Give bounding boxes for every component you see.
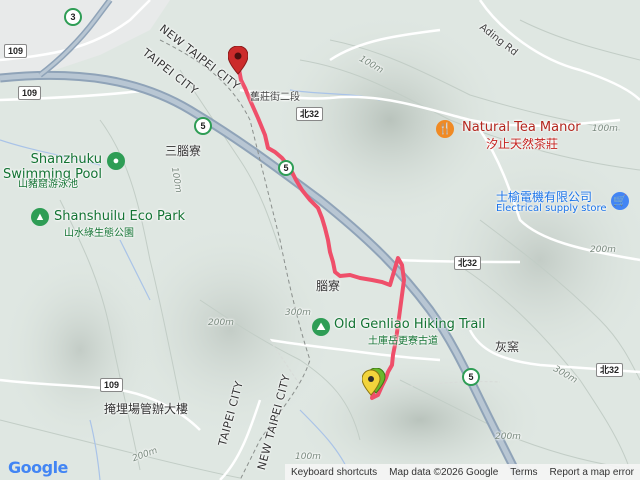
- route-109-shield: 109: [18, 86, 42, 100]
- contour-label: 200m: [495, 432, 521, 442]
- poi-label[interactable]: Old Genliao Hiking Trail: [334, 317, 486, 332]
- park-icon[interactable]: ▲: [31, 208, 49, 226]
- poi-label[interactable]: Natural Tea Manor: [462, 120, 581, 135]
- poi-sublabel: 山水綠生態公園: [64, 228, 134, 239]
- terms-link[interactable]: Terms: [504, 467, 543, 478]
- store-icon[interactable]: 🛒: [611, 192, 629, 210]
- keyboard-shortcuts-link[interactable]: Keyboard shortcuts: [285, 467, 383, 478]
- swimming-pool-icon[interactable]: ●: [107, 152, 125, 170]
- contour-label: 300m: [285, 308, 311, 318]
- poi-sublabel: 山豬窟游泳池: [18, 179, 78, 190]
- map-data-attribution: Map data ©2026 Google: [389, 466, 499, 478]
- route-5-shield: 5: [462, 368, 480, 386]
- road-label: 舊莊街二段: [250, 92, 300, 103]
- place-label: 掩埋場管辦大樓: [104, 402, 189, 416]
- route-109-shield: 109: [100, 378, 124, 392]
- end-pin-icon[interactable]: [228, 46, 248, 76]
- map-canvas[interactable]: 100m 100m 100m 200m 200m 300m 300m 200m …: [0, 0, 640, 480]
- route-3-shield: 3: [64, 8, 82, 26]
- poi-label[interactable]: Shanshuilu Eco Park: [54, 209, 185, 224]
- contour-label: 100m: [592, 124, 618, 134]
- poi-sublabel: 土庫岳更寮古道: [368, 336, 438, 347]
- poi-sublabel: Electrical supply store: [496, 203, 607, 214]
- place-label: 三腦寮: [165, 144, 202, 158]
- poi-sublabel: 汐止天然茶莊: [486, 137, 559, 151]
- start-pin-icon[interactable]: [362, 368, 386, 400]
- hiking-icon[interactable]: ⛰: [312, 318, 330, 336]
- route-5-shield: 5: [278, 160, 294, 176]
- contour-label: 100m: [295, 452, 321, 462]
- track-layer: [236, 62, 406, 400]
- contour-label: 200m: [208, 318, 234, 328]
- north-32-shield: 北32: [454, 256, 482, 270]
- place-label: 腦寮: [316, 279, 341, 293]
- north-32-shield: 北32: [296, 107, 324, 121]
- contour-label: 200m: [590, 245, 616, 255]
- restaurant-icon[interactable]: 🍴: [436, 120, 454, 138]
- north-32-shield: 北32: [596, 363, 624, 377]
- report-error-link[interactable]: Report a map error: [544, 467, 640, 478]
- route-5-shield: 5: [194, 117, 212, 135]
- map-footer: Keyboard shortcuts Map data ©2026 Google…: [285, 464, 640, 480]
- google-logo: Google: [8, 458, 68, 477]
- route-109-shield: 109: [4, 44, 28, 58]
- place-label: 灰窯: [495, 340, 520, 354]
